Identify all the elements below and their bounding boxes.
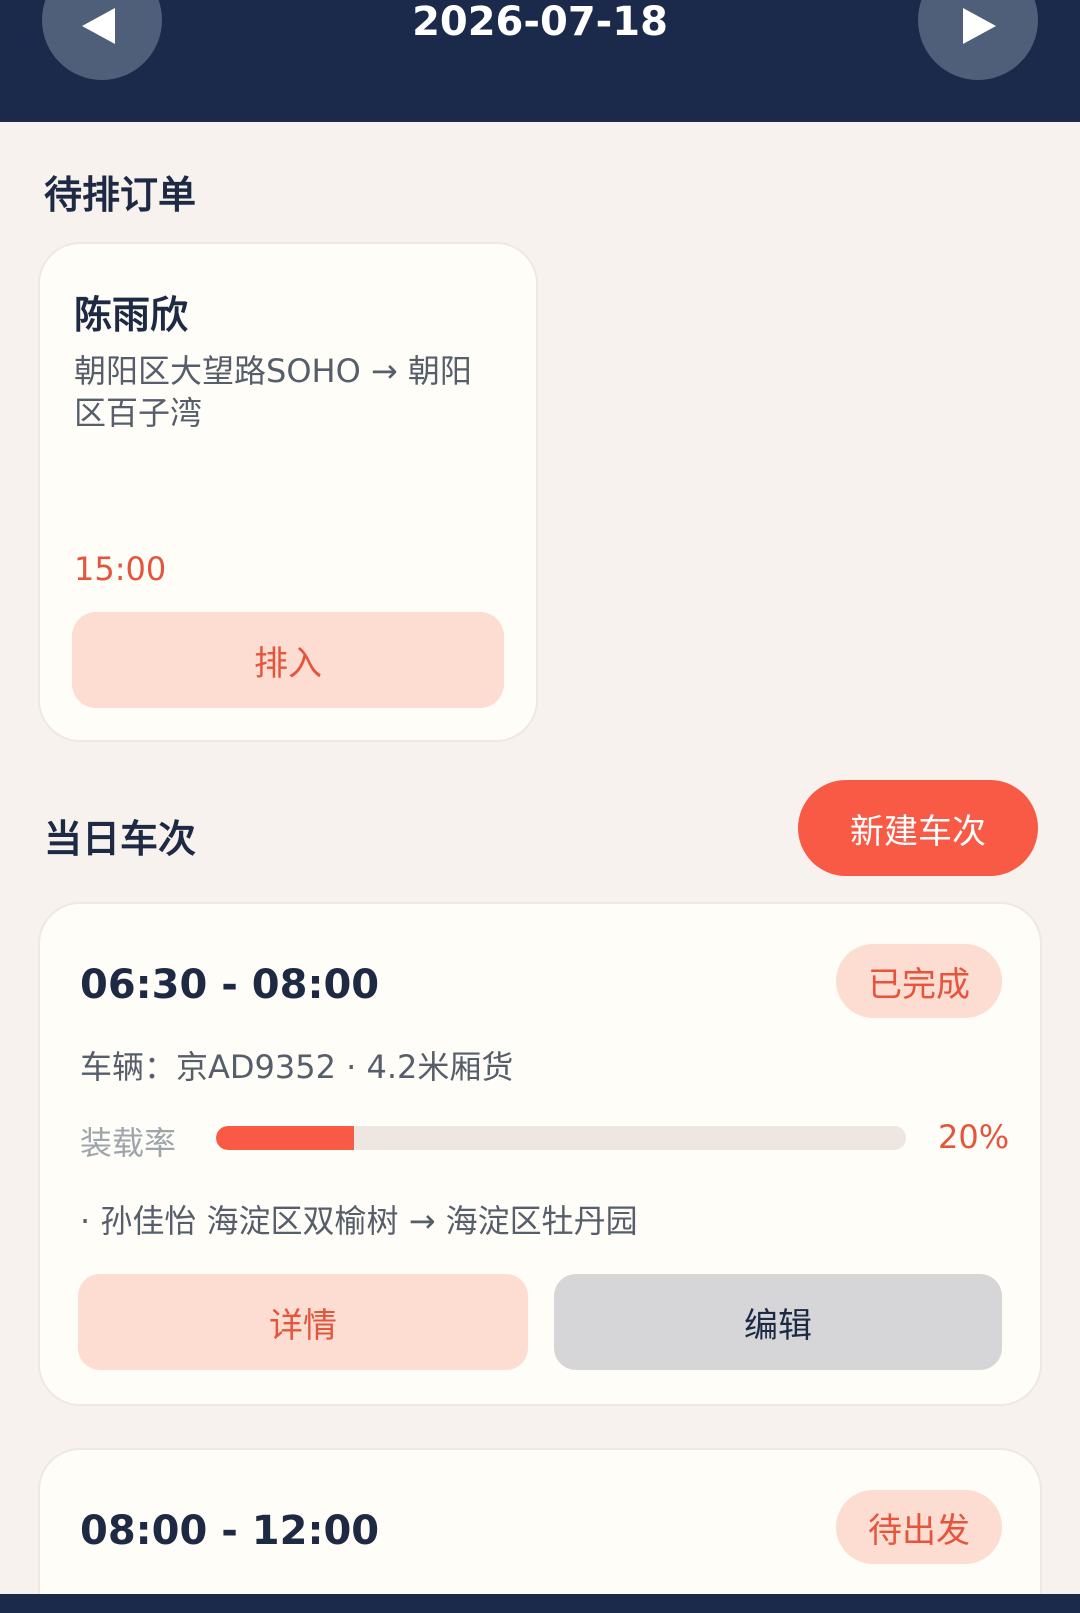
triangle-right-icon [963, 8, 996, 44]
trip-status-badge: 已完成 [836, 944, 1002, 1018]
load-rate-label: 装载率 [80, 1124, 177, 1162]
bottom-bar [0, 1594, 1080, 1613]
order-route: 朝阳区大望路SOHO → 朝阳区百子湾 [74, 352, 472, 432]
trip-edit-button[interactable]: 编辑 [554, 1274, 1002, 1370]
new-trip-button[interactable]: 新建车次 [798, 780, 1038, 876]
date-header: 2026-07-18 [0, 0, 1080, 122]
order-customer-name: 陈雨欣 [74, 293, 189, 337]
trip-card: 06:30 - 08:00 已完成 车辆：京AD9352 · 4.2米厢货 装载… [38, 902, 1042, 1406]
trip-card: 08:00 - 12:00 待出发 [38, 1448, 1042, 1613]
trip-stop: · 孙佳怡 海淀区双榆树 → 海淀区牡丹园 [80, 1202, 638, 1240]
trip-vehicle: 车辆：京AD9352 · 4.2米厢货 [80, 1048, 514, 1086]
load-rate-bar [216, 1126, 906, 1150]
load-rate-fill [216, 1126, 354, 1150]
triangle-left-icon [82, 8, 115, 44]
daily-trips-title: 当日车次 [44, 817, 197, 861]
next-day-button[interactable] [918, 0, 1038, 80]
trip-status-badge: 待出发 [836, 1490, 1002, 1564]
trip-time-range: 08:00 - 12:00 [80, 1508, 380, 1554]
trip-detail-button[interactable]: 详情 [78, 1274, 528, 1370]
load-rate-value: 20% [938, 1118, 1010, 1156]
screen: 2026-07-18 待排订单 陈雨欣 朝阳区大望路SOHO → 朝阳区百子湾 … [0, 0, 1080, 1613]
prev-day-button[interactable] [42, 0, 162, 80]
pending-orders-title: 待排订单 [44, 173, 197, 217]
pending-order-card: 陈雨欣 朝阳区大望路SOHO → 朝阳区百子湾 15:00 排入 [38, 242, 538, 742]
insert-order-button[interactable]: 排入 [72, 612, 504, 708]
trip-time-range: 06:30 - 08:00 [80, 962, 380, 1008]
order-time: 15:00 [74, 550, 167, 588]
current-date: 2026-07-18 [412, 0, 668, 45]
